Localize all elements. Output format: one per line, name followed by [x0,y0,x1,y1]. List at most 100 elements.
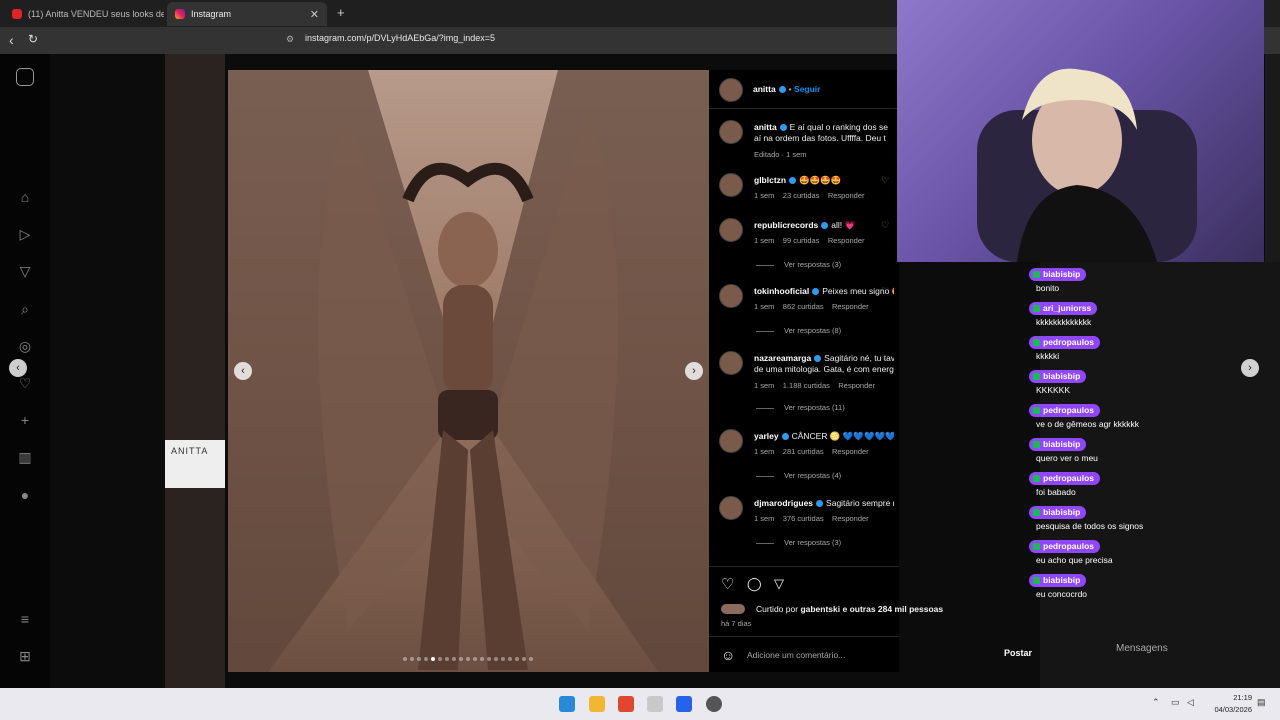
like-icon[interactable]: ♡ [721,575,734,593]
comment-like-icon[interactable]: ♡ [881,498,889,509]
network-icon[interactable]: ▭ [1171,697,1180,708]
chat-username[interactable]: biabisbip [1029,438,1087,451]
carousel-dot [431,657,435,661]
reply-button[interactable]: Responder [828,236,865,245]
comment-input[interactable]: Adicione um comentário... [747,650,845,660]
liked-others[interactable]: e outras 284 mil pessoas [843,604,944,614]
file-explorer-icon[interactable] [589,696,605,712]
comment-username[interactable]: yarley [754,431,779,441]
view-replies-button[interactable]: Ver respostas (3) [756,538,841,547]
app-icon[interactable] [647,696,663,712]
avatar[interactable] [719,429,743,453]
chat-username[interactable]: biabisbip [1029,574,1087,587]
view-replies-button[interactable]: Ver respostas (8) [756,326,841,335]
windows-start-icon[interactable] [559,696,575,712]
comment-likes[interactable]: 281 curtidas [783,447,824,456]
comment-icon[interactable]: ◯ [747,576,762,592]
create-icon[interactable]: + [16,411,34,429]
comment-like-icon[interactable]: ♡ [881,220,889,231]
explore-icon[interactable]: ◎ [16,337,34,355]
clock-time[interactable]: 21:19 [1212,693,1252,702]
carousel-next-button[interactable]: › [685,362,703,380]
chat-message: kkkkki [1036,351,1060,361]
reply-button[interactable]: Responder [832,514,869,523]
post-button[interactable]: Postar [1004,648,1032,658]
comment-username[interactable]: republicrecords [754,220,818,230]
view-replies-button[interactable]: Ver respostas (4) [756,471,841,480]
avatar[interactable] [719,351,743,375]
chat-username[interactable]: pedropaulos [1029,336,1101,349]
chat-username[interactable]: biabisbip [1029,370,1087,383]
url-field[interactable]: instagram.com/p/DVLyHdAEbGa/?img_index=5 [305,33,495,43]
avatar[interactable] [719,78,743,102]
comment-likes[interactable]: 99 curtidas [783,236,820,245]
chat-username[interactable]: ari_juniorss [1029,302,1098,315]
avatar[interactable] [719,284,743,308]
comment-username[interactable]: nazareamarga [754,353,811,363]
author-username[interactable]: anitta [753,84,776,94]
reload-icon[interactable]: ↻ [28,32,38,46]
chat-username[interactable]: pedropaulos [1029,540,1101,553]
site-info-icon[interactable]: ⚙ [286,34,294,45]
emoji-icon[interactable]: ☺ [721,647,735,663]
reels-icon[interactable]: ▷ [16,225,34,243]
carousel-dot [473,657,477,661]
chat-username[interactable]: pedropaulos [1029,472,1101,485]
comment-username[interactable]: tokinhooficial [754,286,809,296]
tab-instagram[interactable]: Instagram ✕ [167,2,327,26]
clock-date[interactable]: 04/03/2026 [1205,705,1252,714]
reply-button[interactable]: Responder [832,447,869,456]
comment-like-icon[interactable]: ♡ [881,353,889,364]
more-apps-icon[interactable]: ⊞ [16,647,34,665]
comment-username[interactable]: glblctzn [754,175,786,185]
direct-icon[interactable]: ▽ [16,262,34,280]
view-replies-button[interactable]: Ver respostas (3) [756,260,841,269]
notifications-icon[interactable]: ▤ [1257,697,1266,708]
follow-button[interactable]: Seguir [794,84,820,94]
streaming-app-icon[interactable] [676,696,692,712]
tab-youtube[interactable]: (11) Anitta VENDEU seus looks de ca [4,2,164,26]
chat-username[interactable]: biabisbip [1029,506,1087,519]
comment-username[interactable]: djmarodrigues [754,498,813,508]
obs-icon[interactable] [706,696,722,712]
brave-browser-icon[interactable] [618,696,634,712]
profile-icon[interactable]: ● [16,486,34,504]
instagram-logo-icon[interactable] [16,68,34,86]
close-tab-icon[interactable]: ✕ [310,8,319,21]
prev-post-button[interactable]: ‹ [9,359,27,377]
comment-likes[interactable]: 1.188 curtidas [783,381,830,390]
comment-like-icon[interactable]: ♡ [881,175,889,186]
avatar[interactable] [719,173,743,197]
comment-like-icon[interactable]: ♡ [881,286,889,297]
avatar[interactable] [719,120,743,144]
avatar[interactable] [719,218,743,242]
carousel-prev-button[interactable]: ‹ [234,362,252,380]
caption-username[interactable]: anitta [754,122,777,132]
next-post-button[interactable]: › [1241,359,1259,377]
tray-chevron-icon[interactable]: ⌃ [1152,697,1160,708]
view-replies-button[interactable]: Ver respostas (11) [756,403,845,412]
back-icon[interactable]: ‹ [9,32,14,48]
chat-username[interactable]: pedropaulos [1029,404,1101,417]
reply-button[interactable]: Responder [828,191,865,200]
new-tab-button[interactable]: + [337,5,345,20]
comment-likes[interactable]: 862 curtidas [783,302,824,311]
liked-user[interactable]: gabentski [800,604,840,614]
messages-label[interactable]: Mensagens [1116,643,1168,654]
reply-button[interactable]: Responder [838,381,875,390]
share-icon[interactable]: ▽ [774,576,784,592]
carousel-dot [494,657,498,661]
home-icon[interactable]: ⌂ [16,188,34,206]
menu-icon[interactable]: ≡ [16,610,34,628]
reply-button[interactable]: Responder [832,302,869,311]
search-icon[interactable]: ⌕ [16,300,34,318]
verified-icon [779,124,787,132]
comment-likes[interactable]: 23 curtidas [783,191,820,200]
comment-likes[interactable]: 376 curtidas [783,514,824,523]
volume-icon[interactable]: ◁ [1187,697,1194,708]
chat-username[interactable]: biabisbip [1029,268,1087,281]
dashboard-icon[interactable]: ▥ [16,448,34,466]
comment-like-icon[interactable]: ♡ [881,431,889,442]
avatar[interactable] [719,496,743,520]
chat-message: ve o de gêmeos agr kkkkkk [1036,419,1139,429]
